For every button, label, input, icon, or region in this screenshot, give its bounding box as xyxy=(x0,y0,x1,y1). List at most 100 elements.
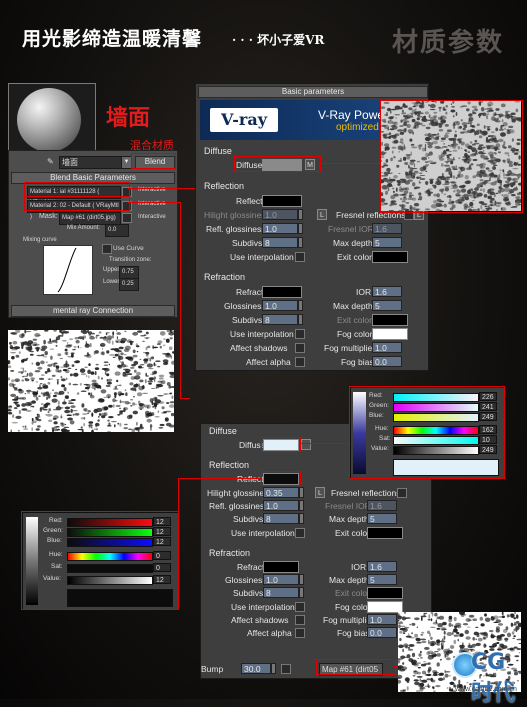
vray1-reflection-section: Reflection xyxy=(204,181,245,191)
vray1-affect-shadows-checkbox[interactable] xyxy=(295,343,305,353)
vray1-glossiness-field[interactable]: 1.0 xyxy=(262,300,298,311)
vray1-hilight-spinner[interactable] xyxy=(298,209,303,220)
mask-enable-checkbox[interactable] xyxy=(122,213,132,223)
vray1-refr-max-depth-field[interactable]: 5 xyxy=(372,300,402,311)
vray1-refract-swatch[interactable] xyxy=(262,286,302,298)
mental-ray-rollout-header[interactable]: mental ray Connection xyxy=(11,305,175,317)
vray2-max-depth-label: Max depth xyxy=(329,514,369,524)
vray2-hilight-lock-button[interactable]: L xyxy=(315,487,325,498)
vray2-refr-subdivs-field[interactable]: 8 xyxy=(263,587,299,598)
vray1-max-depth-field[interactable]: 5 xyxy=(372,237,402,248)
material-picker-icon[interactable]: ✎ xyxy=(47,157,54,166)
connector-line-mat2-horizontal xyxy=(180,398,190,399)
material-name-field[interactable]: 墙面 xyxy=(59,156,125,169)
vray1-subdivs-spinner[interactable] xyxy=(298,237,303,248)
vray2-refr-max-depth-label: Max depth xyxy=(329,575,369,585)
vray2-ior-field[interactable]: 1.6 xyxy=(367,561,397,572)
vray2-refr-exit-color-label: Exit color xyxy=(335,588,370,598)
vray2-refr-use-interpolation-checkbox[interactable] xyxy=(295,602,305,612)
vray1-subdivs-field[interactable]: 8 xyxy=(262,237,298,248)
vray1-diffuse-section: Diffuse xyxy=(204,146,232,156)
vray2-fresnel-checkbox[interactable] xyxy=(397,488,407,498)
vray1-fog-multiplier-field[interactable]: 1.0 xyxy=(372,342,402,353)
vray2-glossiness-field[interactable]: 1.0 xyxy=(263,574,299,585)
section-tag: 材质参数 xyxy=(392,28,505,58)
vray2-fog-bias-label: Fog bias xyxy=(337,628,370,638)
vray2-refract-swatch[interactable] xyxy=(263,561,299,573)
vray2-use-interpolation-checkbox[interactable] xyxy=(295,528,305,538)
vray2-refr-exit-color-swatch[interactable] xyxy=(367,587,403,599)
vray1-affect-alpha-checkbox[interactable] xyxy=(295,357,305,367)
vray2-bump-spinner[interactable] xyxy=(271,663,276,674)
vray1-refr-subdivs-spinner[interactable] xyxy=(298,314,303,325)
watermark-url: www.cgtime.com.cn xyxy=(455,686,517,693)
vray1-glossiness-label: Glossiness xyxy=(224,301,266,311)
highlight-vray2-diffuse xyxy=(261,437,301,452)
vray2-glossiness-spinner[interactable] xyxy=(299,574,304,585)
vray1-fog-color-label: Fog color xyxy=(337,329,373,339)
connector-line-dirt-top xyxy=(319,163,381,164)
vray2-refraction-section: Refraction xyxy=(209,548,251,558)
vray2-affect-shadows-checkbox[interactable] xyxy=(295,615,305,625)
vray2-fog-bias-field[interactable]: 0.0 xyxy=(367,627,397,638)
vray2-bump-field[interactable]: 30.0 xyxy=(241,663,271,674)
vray1-ior-field[interactable]: 1.6 xyxy=(372,286,402,297)
vray1-fog-color-swatch[interactable] xyxy=(372,328,408,340)
connector-line-bump xyxy=(394,666,398,667)
vray1-subdivs-label: Subdivs xyxy=(232,238,263,248)
mix-amount-field[interactable]: 0.0 xyxy=(105,224,129,237)
vray2-refl-glossiness-field[interactable]: 1.0 xyxy=(263,500,299,511)
vray2-refr-subdivs-label: Subdivs xyxy=(233,588,264,598)
vray1-refl-glossiness-spinner[interactable] xyxy=(298,223,303,234)
vray2-exit-color-label: Exit color xyxy=(335,528,370,538)
vray1-glossiness-spinner[interactable] xyxy=(298,300,303,311)
vray2-refl-glossiness-label: Refl. glossiness xyxy=(209,501,269,511)
vray2-diffuse-section: Diffuse xyxy=(209,426,237,436)
highlight-vray1-diffuse xyxy=(234,156,321,172)
highlight-vray2-reflect xyxy=(261,471,301,486)
vray2-exit-color-swatch[interactable] xyxy=(367,527,403,539)
vray2-fog-multiplier-field[interactable]: 1.0 xyxy=(367,614,397,625)
vray1-exit-color-swatch[interactable] xyxy=(372,251,408,263)
lower-field[interactable]: 0.25 xyxy=(119,278,139,291)
vray2-max-depth-field[interactable]: 5 xyxy=(367,513,397,524)
vray1-fresnel-ior-label: Fresnel IOR xyxy=(328,224,374,234)
mixing-curve-graph xyxy=(43,245,93,295)
vray2-affect-alpha-checkbox[interactable] xyxy=(295,628,305,638)
vray1-hilight-glossiness-label: Hilight glossiness xyxy=(204,210,270,220)
vray1-refr-subdivs-field[interactable]: 8 xyxy=(262,314,298,325)
mask-interactive-label: Interactive xyxy=(138,214,166,220)
vray2-diffuse-map-button[interactable] xyxy=(301,439,311,450)
vray1-fresnel-ior-field[interactable]: 1.6 xyxy=(372,223,402,234)
vray1-use-interpolation-checkbox[interactable] xyxy=(295,252,305,262)
vray2-refr-subdivs-spinner[interactable] xyxy=(299,587,304,598)
highlight-blend-type xyxy=(131,153,176,169)
vray2-fresnel-ior-field[interactable]: 1.6 xyxy=(367,500,397,511)
vray2-hilight-glossiness-field[interactable]: 0.35 xyxy=(263,487,299,498)
vray2-use-interpolation-label: Use interpolation xyxy=(231,528,295,538)
vray2-subdivs-spinner[interactable] xyxy=(299,513,304,524)
vray2-hilight-spinner[interactable] xyxy=(299,487,304,498)
highlight-vray2-bump xyxy=(316,659,396,675)
mix-amount-label: Mix Amount: xyxy=(67,225,101,231)
connector-line-mat2-vertical xyxy=(180,202,181,398)
vray2-refl-glossiness-spinner[interactable] xyxy=(299,500,304,511)
vray1-refr-exit-color-swatch[interactable] xyxy=(372,314,408,326)
mask-label: Mask: xyxy=(39,213,58,220)
vray2-bump-enable-checkbox[interactable] xyxy=(281,664,291,674)
vray1-hilight-glossiness-field[interactable]: 1.0 xyxy=(262,209,298,220)
vray1-ior-label: IOR xyxy=(356,287,372,297)
vray1-refr-use-interpolation-checkbox[interactable] xyxy=(295,329,305,339)
vray1-fog-bias-field[interactable]: 0.0 xyxy=(372,356,402,367)
vray1-hilight-lock-button[interactable]: L xyxy=(317,209,327,220)
vray1-refr-use-interpolation-label: Use interpolation xyxy=(230,329,294,339)
vray1-refl-glossiness-field[interactable]: 1.0 xyxy=(262,223,298,234)
material-preview-slot[interactable] xyxy=(8,83,96,157)
vray2-subdivs-field[interactable]: 8 xyxy=(263,513,299,524)
material-preview-sphere xyxy=(17,88,81,152)
vray1-rollout-header[interactable]: Basic parameters xyxy=(198,86,428,98)
use-curve-checkbox[interactable] xyxy=(102,244,112,254)
vray2-refr-max-depth-field[interactable]: 5 xyxy=(367,574,397,585)
vray1-reflect-swatch[interactable] xyxy=(262,195,302,207)
vray1-refraction-section: Refraction xyxy=(204,272,246,282)
